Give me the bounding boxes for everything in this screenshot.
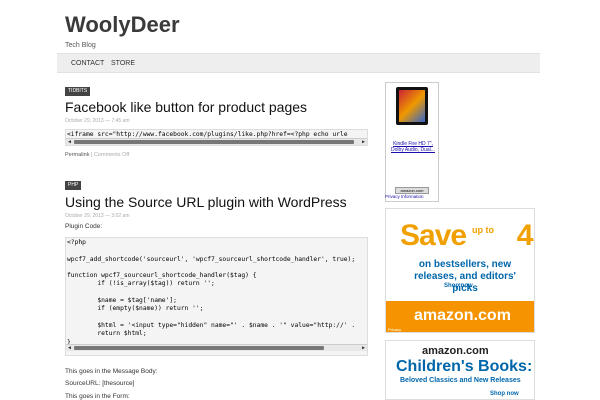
scroll-left-icon[interactable]: ◀ bbox=[66, 345, 73, 351]
navbar: CONTACT STORE bbox=[57, 53, 540, 73]
amazon-logo: amazon.com bbox=[422, 345, 489, 357]
kindle-ad[interactable]: Kindle Fire HD 7", Dolby Audio, Dual... … bbox=[385, 82, 439, 202]
body-text: This goes in the Message Body: bbox=[65, 368, 158, 375]
amazon-badge[interactable]: amazon.com bbox=[395, 187, 429, 194]
ad-title: Children's Books: bbox=[396, 358, 533, 375]
body-text: SourceURL: [thesource] bbox=[65, 380, 135, 387]
post-title[interactable]: Using the Source URL plugin with WordPre… bbox=[65, 194, 347, 210]
ad-upto: up to bbox=[472, 225, 494, 235]
ad-subtext: on bestsellers, new releases, and editor… bbox=[414, 259, 516, 294]
code-line: <?php bbox=[67, 239, 86, 246]
code-line: return $html; bbox=[67, 330, 147, 338]
permalink-link[interactable]: Permalink bbox=[65, 152, 89, 158]
kindle-product-image[interactable] bbox=[396, 87, 428, 125]
shop-now-link[interactable]: Shop now bbox=[444, 283, 473, 289]
meta-separator: | bbox=[90, 152, 93, 158]
scrollbar-thumb[interactable] bbox=[74, 346, 324, 350]
body-text: Plugin Code: bbox=[65, 223, 103, 230]
code-block[interactable]: <?php wpcf7_add_shortcode('sourceurl', '… bbox=[65, 237, 368, 356]
kindle-product-link[interactable]: Kindle Fire HD 7", Dolby Audio, Dual... bbox=[388, 141, 438, 153]
amazon-books-ad[interactable]: amazon.com Children's Books: Beloved Cla… bbox=[385, 340, 535, 400]
code-line: function wpcf7_sourceurl_shortcode_handl… bbox=[67, 272, 257, 280]
horizontal-scrollbar[interactable]: ◀ ▶ bbox=[66, 344, 367, 351]
post-meta: Permalink | Comments Off bbox=[65, 152, 129, 158]
body-text: This goes in the Form: bbox=[65, 393, 130, 400]
privacy-link[interactable]: Privacy bbox=[388, 327, 401, 332]
nav-contact[interactable]: CONTACT bbox=[71, 60, 104, 67]
post-date: October 29, 2013 — 7:45 am bbox=[65, 118, 130, 124]
scroll-left-icon[interactable]: ◀ bbox=[66, 139, 73, 145]
shop-now-link[interactable]: Shop now bbox=[490, 391, 519, 397]
code-lines: <?php wpcf7_add_shortcode('sourceurl', '… bbox=[66, 238, 367, 356]
amazon-logo: amazon.com bbox=[414, 307, 511, 324]
scrollbar-thumb[interactable] bbox=[74, 140, 354, 144]
post-date: October 29, 2013 — 3:02 am bbox=[65, 213, 130, 219]
code-line: wpcf7_add_shortcode('sourceurl', 'wpcf7_… bbox=[67, 255, 356, 263]
nav-store[interactable]: STORE bbox=[111, 60, 135, 67]
horizontal-scrollbar[interactable]: ◀ ▶ bbox=[66, 138, 367, 145]
comments-status: Comments Off bbox=[93, 152, 130, 158]
scroll-right-icon[interactable]: ▶ bbox=[360, 139, 367, 145]
code-line: if (empty($name)) return ''; bbox=[67, 305, 204, 313]
ad-subtext: Beloved Classics and New Releases bbox=[400, 377, 521, 384]
privacy-link[interactable]: Privacy Information bbox=[385, 194, 424, 199]
scroll-right-icon[interactable]: ▶ bbox=[360, 345, 367, 351]
post-category-badge[interactable]: PHP bbox=[65, 181, 82, 190]
post-title[interactable]: Facebook like button for product pages bbox=[65, 99, 307, 115]
code-line: $html = '<input type="hidden" name="' . … bbox=[67, 321, 356, 329]
code-block[interactable]: <iframe src="http://www.facebook.com/plu… bbox=[65, 129, 368, 146]
post-category-badge[interactable]: TIDBITS bbox=[65, 87, 91, 96]
code-line: $name = $tag['name']; bbox=[67, 297, 177, 305]
site-title[interactable]: WoolyDeer bbox=[65, 12, 180, 38]
code-line: if (!is_array($tag)) return ''; bbox=[67, 280, 215, 288]
site-description: Tech Blog bbox=[65, 42, 96, 49]
amazon-save-ad[interactable]: Save 45% up to on bestsellers, new relea… bbox=[385, 208, 535, 333]
ad-headline: Save 45% bbox=[400, 219, 534, 252]
